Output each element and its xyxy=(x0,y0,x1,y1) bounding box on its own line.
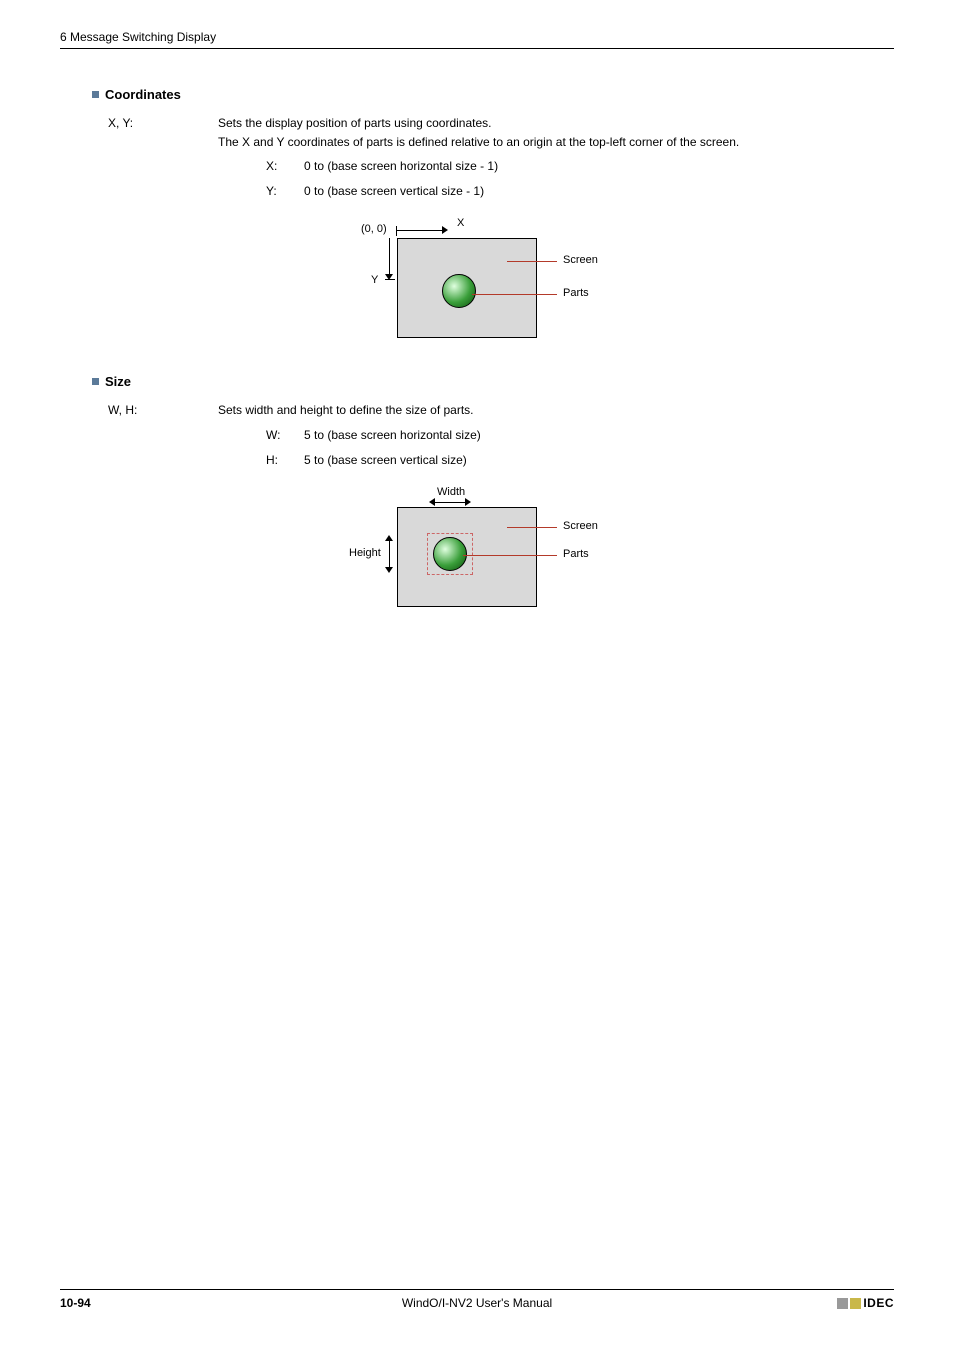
section-head-size: Size xyxy=(92,374,894,389)
sub-y-label: Y: xyxy=(266,182,304,201)
bullet-icon xyxy=(92,91,99,98)
definition-wh: W, H: Sets width and height to define th… xyxy=(108,401,894,469)
sub-x-label: X: xyxy=(266,157,304,176)
sub-y-text: 0 to (base screen vertical size - 1) xyxy=(304,182,484,201)
diagram2-screen-label: Screen xyxy=(563,520,598,532)
xy-line2: The X and Y coordinates of parts is defi… xyxy=(218,133,894,152)
page-footer: 10-94 WindO/I-NV2 User's Manual IDEC xyxy=(60,1289,894,1310)
definition-xy: X, Y: Sets the display position of parts… xyxy=(108,114,894,200)
term-xy: X, Y: xyxy=(108,114,218,200)
sub-x-text: 0 to (base screen horizontal size - 1) xyxy=(304,157,498,176)
sub-h-label: H: xyxy=(266,451,304,470)
diagram1-parts-label: Parts xyxy=(563,287,589,299)
bullet-icon xyxy=(92,378,99,385)
sub-h: H: 5 to (base screen vertical size) xyxy=(266,451,894,470)
sub-h-text: 5 to (base screen vertical size) xyxy=(304,451,467,470)
diagram2-part-icon xyxy=(433,537,467,571)
logo-box-icon xyxy=(837,1298,848,1309)
diagram1-x-label: X xyxy=(457,217,464,229)
sub-x: X: 0 to (base screen horizontal size - 1… xyxy=(266,157,894,176)
page-number: 10-94 xyxy=(60,1296,91,1310)
diagram2-width-label: Width xyxy=(437,486,465,498)
manual-title: WindO/I-NV2 User's Manual xyxy=(60,1296,894,1310)
diagram1-screen-label: Screen xyxy=(563,254,598,266)
sub-w-text: 5 to (base screen horizontal size) xyxy=(304,426,481,445)
sub-w-label: W: xyxy=(266,426,304,445)
diagram-size: Width Height Screen Parts xyxy=(60,485,894,615)
diagram2-height-label: Height xyxy=(349,547,381,559)
brand-logo: IDEC xyxy=(837,1296,894,1310)
sub-y: Y: 0 to (base screen vertical size - 1) xyxy=(266,182,894,201)
diagram2-parts-label: Parts xyxy=(563,548,589,560)
section-title-coordinates: Coordinates xyxy=(105,87,181,102)
brand-text: IDEC xyxy=(863,1296,894,1310)
xy-line1: Sets the display position of parts using… xyxy=(218,114,894,133)
term-wh: W, H: xyxy=(108,401,218,469)
logo-box-icon xyxy=(850,1298,861,1309)
header-chapter: 6 Message Switching Display xyxy=(60,30,216,44)
diagram-coordinates: X (0, 0) Y Screen Parts xyxy=(60,216,894,346)
sub-w: W: 5 to (base screen horizontal size) xyxy=(266,426,894,445)
diagram1-y-label: Y xyxy=(371,274,378,286)
section-head-coordinates: Coordinates xyxy=(92,87,894,102)
page-header: 6 Message Switching Display xyxy=(60,30,894,49)
section-title-size: Size xyxy=(105,374,131,389)
diagram1-origin-label: (0, 0) xyxy=(361,223,387,235)
wh-line1: Sets width and height to define the size… xyxy=(218,401,894,420)
